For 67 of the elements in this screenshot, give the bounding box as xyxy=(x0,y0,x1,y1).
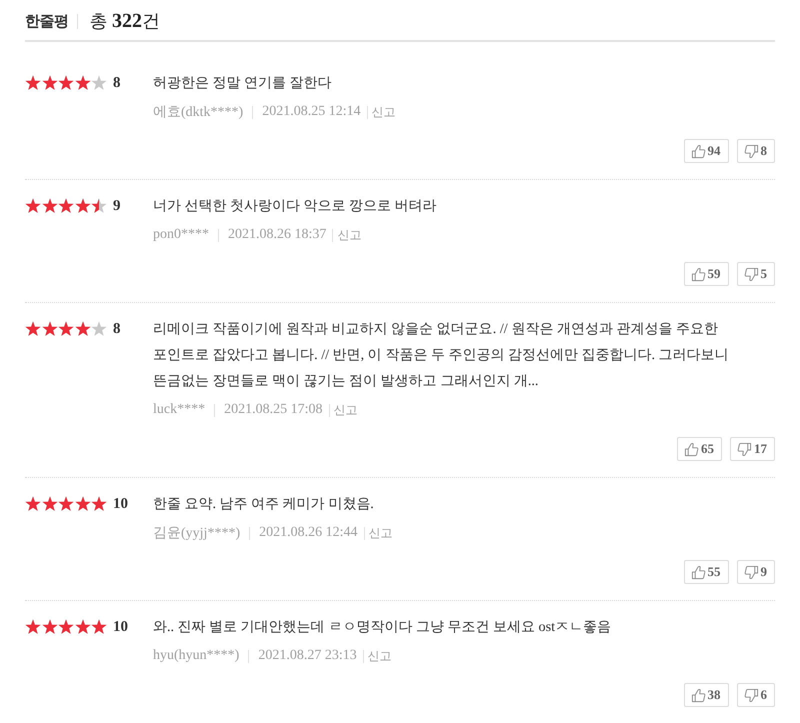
star-icon xyxy=(58,496,74,512)
star-icon xyxy=(58,198,74,214)
thumbs-down-icon xyxy=(737,442,752,456)
review-text: 와.. 진짜 별로 기대안했는데 ㄹㅇ명작이다 그냥 무조건 보세요 ostㅈㄴ좋음 xyxy=(153,618,612,637)
review-text: 허광한은 정말 연기를 잘한다 xyxy=(153,74,333,93)
like-button[interactable]: 59 xyxy=(684,262,728,286)
thumbs-down-icon xyxy=(744,266,758,282)
star-icon xyxy=(91,198,107,214)
star-icon xyxy=(74,619,90,635)
thumbs-up-icon xyxy=(690,266,706,282)
review-date: 2021.08.26 12:44 xyxy=(259,525,358,541)
rating-score: 8 xyxy=(113,74,120,92)
review-text: 한줄 요약. 남주 여주 케미가 미쳤음. xyxy=(153,495,375,514)
star-icon xyxy=(74,198,90,214)
author-name: 김윤(yyjj****) xyxy=(153,525,240,542)
rating-score: 9 xyxy=(113,198,120,214)
star-icon xyxy=(42,75,58,91)
star-icon xyxy=(58,619,74,635)
star-icon xyxy=(42,619,58,635)
review-date: 2021.08.27 23:13 xyxy=(258,648,357,664)
star-icon xyxy=(74,496,90,512)
review-date: 2021.08.25 17:08 xyxy=(224,402,322,418)
star-icon xyxy=(25,496,41,512)
review-date: 2021.08.26 18:37 xyxy=(228,227,326,243)
star-icon xyxy=(74,321,90,337)
star-icon xyxy=(74,75,90,91)
thumbs-down-icon xyxy=(744,688,758,702)
rating-score: 10 xyxy=(113,496,128,512)
section-title: 한줄평 xyxy=(25,12,68,30)
star-icon xyxy=(91,321,107,337)
like-button[interactable]: 38 xyxy=(684,683,728,707)
star-icon xyxy=(91,496,107,512)
star-icon xyxy=(91,75,107,91)
dislike-button[interactable]: 5 xyxy=(736,262,775,286)
star-icon xyxy=(91,619,107,635)
star-icon xyxy=(25,321,41,337)
star-icon xyxy=(25,619,41,635)
like-button[interactable]: 65 xyxy=(677,437,722,461)
author-name: luck**** xyxy=(153,402,206,418)
review-text: 너가 선택한 첫사랑이다 악으로 깡으로 버텨라 xyxy=(153,197,438,216)
star-icon xyxy=(25,198,41,214)
rating-score: 8 xyxy=(113,320,120,338)
thumbs-up-icon xyxy=(690,144,706,158)
review-date: 2021.08.25 12:14 xyxy=(262,104,361,120)
thumbs-up-icon xyxy=(684,442,699,456)
like-button[interactable]: 55 xyxy=(684,560,728,584)
star-icon xyxy=(25,75,41,91)
dislike-button[interactable]: 8 xyxy=(736,139,775,163)
thumbs-down-icon xyxy=(744,144,758,158)
like-button[interactable]: 94 xyxy=(684,139,728,163)
dislike-button[interactable]: 17 xyxy=(730,437,775,461)
review-count: 총 322건 xyxy=(90,9,160,33)
star-icon xyxy=(58,321,74,337)
thumbs-up-icon xyxy=(690,564,706,580)
thumbs-down-icon xyxy=(744,564,758,580)
star-icon xyxy=(58,75,74,91)
star-icon xyxy=(42,496,58,512)
review-text: 리메이크 작품이기에 원작과 비교하지 않을순 없더군요. // 원작은 개연성과 관계성을 주요한 포인트로 잡았다고 봅니다. // 반면, 이 작품은 두 주인공의 감정선에만 집중합니다. 그러다보니 뜬금없는 장면들로 맥이 끊기는 점이 발생하고 그래서인지 개... xyxy=(153,320,730,391)
author-name: pon0**** xyxy=(153,227,209,243)
rating-score: 10 xyxy=(113,618,128,636)
author-name: hyu(hyun****) xyxy=(153,648,240,664)
star-icon xyxy=(42,198,58,214)
author-name: 에효(dktk****) xyxy=(153,104,244,121)
star-icon xyxy=(42,321,58,337)
thumbs-up-icon xyxy=(690,688,706,702)
dislike-button[interactable]: 9 xyxy=(736,560,775,584)
dislike-button[interactable]: 6 xyxy=(736,683,775,707)
